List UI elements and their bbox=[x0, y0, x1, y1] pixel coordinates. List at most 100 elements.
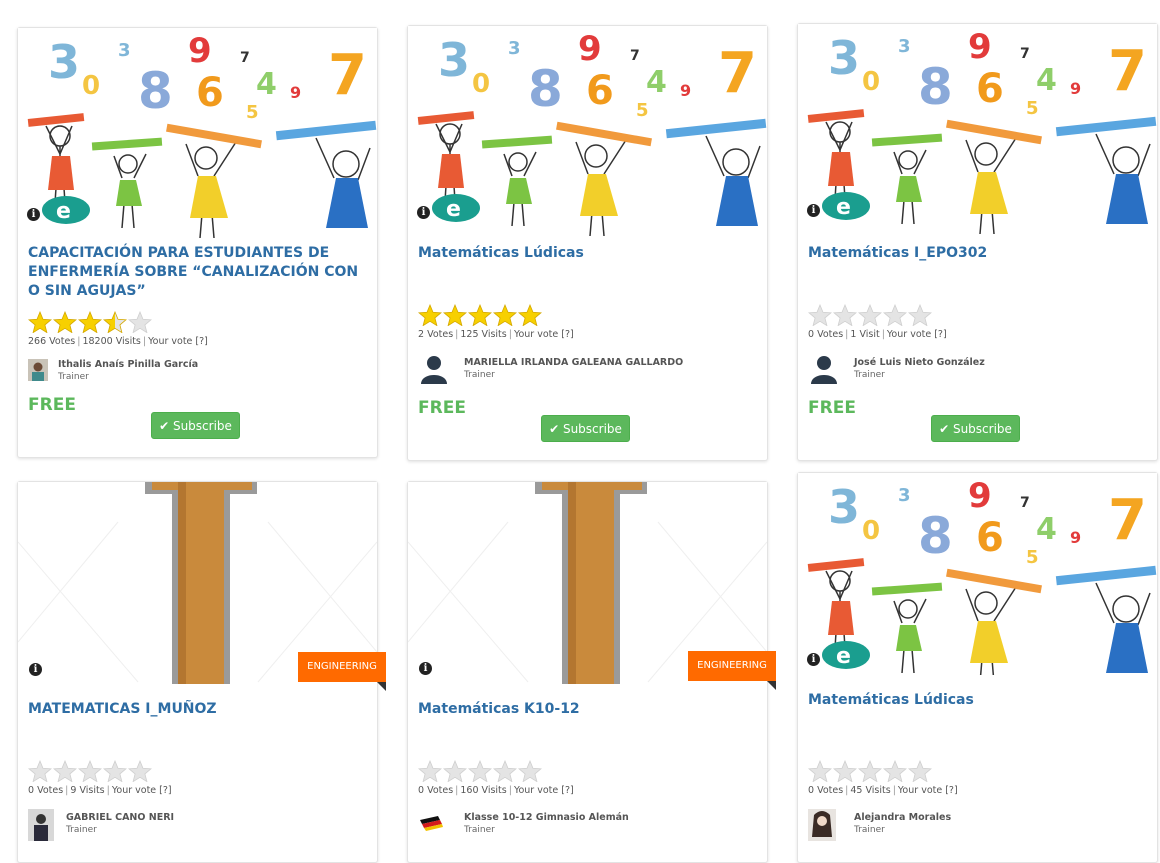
category-tag[interactable]: ENGINEERING bbox=[298, 652, 386, 691]
star-icon[interactable] bbox=[858, 304, 882, 326]
trainer-avatar[interactable] bbox=[28, 359, 48, 381]
course-card[interactable]: 3 0 3 8 9 6 7 4 5 9 7 e i Matemáticas I_… bbox=[797, 23, 1158, 461]
info-icon[interactable]: i bbox=[27, 208, 40, 221]
star-icon[interactable] bbox=[833, 760, 857, 782]
trainer-name[interactable]: Klasse 10-12 Gimnasio Alemán bbox=[464, 812, 629, 823]
star-icon[interactable] bbox=[53, 311, 77, 333]
star-icon[interactable] bbox=[883, 760, 907, 782]
course-thumbnail[interactable]: 3 0 3 8 9 6 7 4 5 9 7 e bbox=[18, 28, 377, 239]
star-icon[interactable] bbox=[883, 304, 907, 326]
course-thumbnail[interactable]: 3 0 3 8 9 6 7 4 5 9 7 e bbox=[408, 26, 767, 237]
trainer[interactable]: José Luis Nieto González Trainer bbox=[808, 352, 1128, 384]
svg-text:6: 6 bbox=[586, 68, 614, 114]
trainer[interactable]: GABRIEL CANO NERI Trainer bbox=[28, 809, 328, 841]
course-title[interactable]: Matemáticas I_EPO302 bbox=[808, 244, 1147, 263]
star-icon[interactable] bbox=[468, 760, 492, 782]
rating-stars[interactable] bbox=[418, 760, 543, 782]
star-icon[interactable] bbox=[493, 304, 517, 326]
info-icon[interactable]: i bbox=[807, 204, 820, 217]
star-icon[interactable] bbox=[28, 760, 52, 782]
your-vote-link[interactable]: Your vote [?] bbox=[898, 785, 958, 796]
star-icon[interactable] bbox=[418, 760, 442, 782]
svg-text:3: 3 bbox=[898, 36, 911, 57]
course-title[interactable]: Matemáticas Lúdicas bbox=[418, 244, 757, 263]
info-icon[interactable]: i bbox=[29, 663, 42, 676]
star-icon[interactable] bbox=[833, 304, 857, 326]
star-icon[interactable] bbox=[908, 760, 932, 782]
course-title[interactable]: MATEMATICAS I_MUÑOZ bbox=[28, 700, 367, 719]
star-icon[interactable] bbox=[418, 304, 442, 326]
svg-text:7: 7 bbox=[328, 43, 367, 108]
rating-stars[interactable] bbox=[28, 311, 153, 333]
category-tag[interactable]: ENGINEERING bbox=[688, 651, 776, 690]
subscribe-label: Subscribe bbox=[562, 422, 622, 436]
trainer[interactable]: MARIELLA IRLANDA GALEANA GALLARDO Traine… bbox=[418, 352, 738, 384]
course-thumbnail[interactable]: 3 0 3 8 9 6 7 4 5 9 7 e bbox=[798, 473, 1157, 675]
svg-text:9: 9 bbox=[1070, 528, 1081, 547]
trainer-name[interactable]: Alejandra Morales bbox=[854, 812, 951, 823]
trainer-avatar[interactable] bbox=[418, 812, 444, 834]
star-icon[interactable] bbox=[858, 760, 882, 782]
trainer[interactable]: Klasse 10-12 Gimnasio Alemán Trainer bbox=[418, 812, 738, 842]
your-vote-link[interactable]: Your vote [?] bbox=[887, 329, 947, 340]
star-icon[interactable] bbox=[908, 304, 932, 326]
vote-count: 0 Votes bbox=[808, 785, 844, 796]
star-icon[interactable] bbox=[493, 760, 517, 782]
subscribe-button[interactable]: ✔ Subscribe bbox=[931, 415, 1020, 442]
rating-stars[interactable] bbox=[808, 760, 933, 782]
course-price: FREE bbox=[418, 398, 466, 418]
course-thumbnail[interactable]: 3 0 3 8 9 6 7 4 5 9 7 e bbox=[798, 24, 1157, 235]
subscribe-button[interactable]: ✔ Subscribe bbox=[541, 415, 630, 442]
course-card[interactable]: 3 0 3 8 9 6 7 4 5 9 7 e i Matemáticas Lú… bbox=[407, 25, 768, 461]
trainer-name[interactable]: José Luis Nieto González bbox=[854, 357, 985, 368]
star-icon[interactable] bbox=[78, 311, 102, 333]
trainer[interactable]: Alejandra Morales Trainer bbox=[808, 809, 1108, 841]
star-icon[interactable] bbox=[468, 304, 492, 326]
course-card[interactable]: 3 0 3 8 9 6 7 4 5 9 7 e i Matemáticas Lú… bbox=[797, 472, 1158, 863]
vote-count: 0 Votes bbox=[418, 785, 454, 796]
your-vote-link[interactable]: Your vote [?] bbox=[514, 329, 574, 340]
info-icon[interactable]: i bbox=[417, 206, 430, 219]
course-card[interactable]: i ENGINEERING Matemáticas K10-12 0 Votes… bbox=[407, 481, 776, 863]
course-title[interactable]: Matemáticas Lúdicas bbox=[808, 691, 1147, 710]
star-icon[interactable] bbox=[518, 304, 542, 326]
course-card[interactable]: 3 0 3 8 9 6 7 4 5 9 7 e i CAPACITACIÓN P… bbox=[17, 27, 378, 458]
subscribe-button[interactable]: ✔ Subscribe bbox=[151, 412, 240, 439]
star-icon[interactable] bbox=[518, 760, 542, 782]
course-title[interactable]: Matemáticas K10-12 bbox=[418, 700, 757, 719]
your-vote-link[interactable]: Your vote [?] bbox=[112, 785, 172, 796]
rating-stars[interactable] bbox=[808, 304, 933, 326]
star-icon[interactable] bbox=[103, 311, 127, 333]
star-icon[interactable] bbox=[443, 760, 467, 782]
star-icon[interactable] bbox=[53, 760, 77, 782]
trainer-avatar[interactable] bbox=[808, 352, 840, 384]
svg-text:9: 9 bbox=[680, 81, 691, 100]
star-icon[interactable] bbox=[443, 304, 467, 326]
star-icon[interactable] bbox=[128, 311, 152, 333]
star-icon[interactable] bbox=[808, 304, 832, 326]
your-vote-link[interactable]: Your vote [?] bbox=[148, 336, 208, 347]
svg-text:e: e bbox=[446, 197, 461, 222]
trainer-avatar[interactable] bbox=[418, 352, 450, 384]
star-icon[interactable] bbox=[28, 311, 52, 333]
trainer-name[interactable]: MARIELLA IRLANDA GALEANA GALLARDO bbox=[464, 357, 683, 368]
trainer[interactable]: Ithalis Anaís Pinilla García Trainer bbox=[28, 359, 328, 389]
visit-count: 1 Visit bbox=[850, 329, 880, 340]
trainer-avatar[interactable] bbox=[808, 809, 836, 841]
rating-stars[interactable] bbox=[28, 760, 153, 782]
your-vote-link[interactable]: Your vote [?] bbox=[514, 785, 574, 796]
star-icon[interactable] bbox=[103, 760, 127, 782]
star-icon[interactable] bbox=[128, 760, 152, 782]
trainer-name[interactable]: GABRIEL CANO NERI bbox=[66, 812, 174, 823]
trainer-avatar[interactable] bbox=[28, 809, 54, 841]
star-icon[interactable] bbox=[808, 760, 832, 782]
star-icon[interactable] bbox=[78, 760, 102, 782]
trainer-name[interactable]: Ithalis Anaís Pinilla García bbox=[58, 359, 198, 370]
svg-text:5: 5 bbox=[636, 100, 649, 121]
rating-stars[interactable] bbox=[418, 304, 543, 326]
info-icon[interactable]: i bbox=[807, 653, 820, 666]
info-icon[interactable]: i bbox=[419, 662, 432, 675]
course-price: FREE bbox=[808, 398, 856, 418]
course-title[interactable]: CAPACITACIÓN PARA ESTUDIANTES DE ENFERME… bbox=[28, 244, 367, 301]
course-card[interactable]: i ENGINEERING MATEMATICAS I_MUÑOZ 0 Vote… bbox=[17, 481, 386, 863]
